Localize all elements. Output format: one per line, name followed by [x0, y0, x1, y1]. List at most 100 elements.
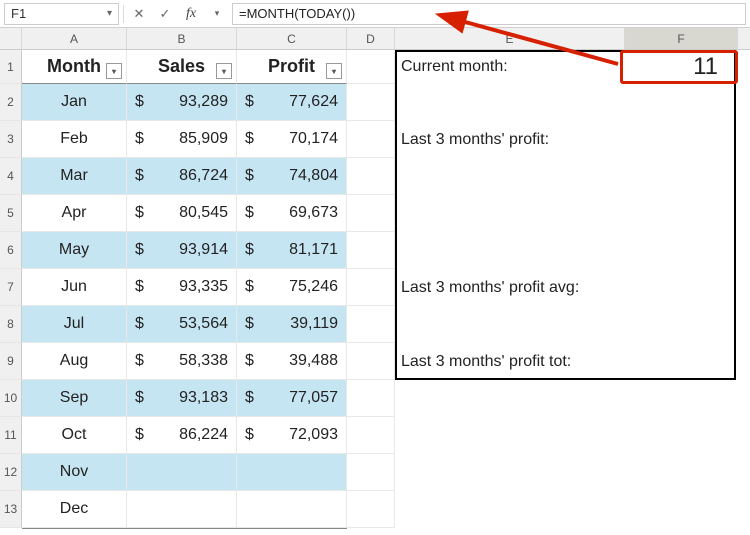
chevron-down-icon[interactable]: ▾	[206, 3, 228, 25]
cell-blank[interactable]	[347, 84, 395, 121]
filter-icon[interactable]: ▾	[106, 63, 122, 79]
accept-icon[interactable]: ✓	[154, 3, 176, 25]
row-header[interactable]: 5	[0, 195, 22, 232]
cell-blank[interactable]	[347, 454, 395, 491]
cell-blank[interactable]	[347, 121, 395, 158]
table-row: 10Sep$93,183$77,057	[0, 380, 750, 417]
column-header-d[interactable]: D	[347, 28, 395, 49]
header-sales[interactable]: Sales ▾	[127, 50, 237, 84]
cell-value[interactable]	[625, 380, 738, 417]
name-box-value: F1	[11, 6, 26, 21]
cell-blank[interactable]	[347, 269, 395, 306]
cell-month[interactable]: Dec	[22, 491, 127, 528]
row-header[interactable]: 9	[0, 343, 22, 380]
cell-sales[interactable]: $93,289	[127, 84, 237, 121]
cancel-icon[interactable]: ✕	[128, 3, 150, 25]
cell-profit[interactable]: $74,804	[237, 158, 347, 195]
row-header[interactable]: 7	[0, 269, 22, 306]
row-header[interactable]: 12	[0, 454, 22, 491]
cell-blank[interactable]	[347, 158, 395, 195]
select-all-corner[interactable]	[0, 28, 22, 49]
cell-month[interactable]: Oct	[22, 417, 127, 454]
cell-sales[interactable]	[127, 491, 237, 528]
cell-label[interactable]	[395, 491, 625, 528]
header-profit[interactable]: Profit ▾	[237, 50, 347, 84]
cell-label[interactable]	[395, 417, 625, 454]
cell-value[interactable]	[625, 417, 738, 454]
formula-text: =MONTH(TODAY())	[239, 6, 355, 21]
cell-month[interactable]: Aug	[22, 343, 127, 380]
cell-sales[interactable]: $58,338	[127, 343, 237, 380]
column-header-c[interactable]: C	[237, 28, 347, 49]
cell-month[interactable]: Feb	[22, 121, 127, 158]
cell-profit[interactable]: $81,171	[237, 232, 347, 269]
cell-month[interactable]: Jul	[22, 306, 127, 343]
header-month[interactable]: Month ▾	[22, 50, 127, 84]
cell-sales[interactable]: $53,564	[127, 306, 237, 343]
cell-month[interactable]: Sep	[22, 380, 127, 417]
cell-profit[interactable]	[237, 454, 347, 491]
row-header[interactable]: 3	[0, 121, 22, 158]
row-header[interactable]: 2	[0, 84, 22, 121]
formula-input[interactable]: =MONTH(TODAY())	[232, 3, 746, 25]
cell-month[interactable]: Jan	[22, 84, 127, 121]
cell-sales[interactable]: $80,545	[127, 195, 237, 232]
table-row: 12Nov	[0, 454, 750, 491]
cell-sales[interactable]: $85,909	[127, 121, 237, 158]
cell-blank[interactable]	[347, 417, 395, 454]
cell-sales[interactable]	[127, 454, 237, 491]
cell-profit[interactable]: $70,174	[237, 121, 347, 158]
selection-outline	[395, 50, 736, 380]
cell-profit[interactable]: $75,246	[237, 269, 347, 306]
cell-sales[interactable]: $93,335	[127, 269, 237, 306]
cell-profit[interactable]: $77,057	[237, 380, 347, 417]
cell-d1[interactable]	[347, 50, 395, 84]
cell-profit[interactable]: $69,673	[237, 195, 347, 232]
row-header[interactable]: 11	[0, 417, 22, 454]
column-header-b[interactable]: B	[127, 28, 237, 49]
fx-icon[interactable]: fx	[180, 3, 202, 25]
filter-icon[interactable]: ▾	[216, 63, 232, 79]
cell-blank[interactable]	[347, 306, 395, 343]
row-header[interactable]: 13	[0, 491, 22, 528]
cell-month[interactable]: Apr	[22, 195, 127, 232]
column-header-e[interactable]: E	[395, 28, 625, 49]
cell-label[interactable]	[395, 380, 625, 417]
cell-label[interactable]	[395, 454, 625, 491]
column-header-f[interactable]: F	[625, 28, 738, 49]
cell-profit[interactable]: $77,624	[237, 84, 347, 121]
row-header[interactable]: 6	[0, 232, 22, 269]
cell-value[interactable]	[625, 491, 738, 528]
row-header[interactable]: 4	[0, 158, 22, 195]
row-header[interactable]: 10	[0, 380, 22, 417]
table-row: 13Dec	[0, 491, 750, 528]
chevron-down-icon[interactable]: ▾	[107, 8, 112, 19]
cell-profit[interactable]	[237, 491, 347, 528]
cell-sales[interactable]: $93,183	[127, 380, 237, 417]
cell-blank[interactable]	[347, 232, 395, 269]
cell-blank[interactable]	[347, 195, 395, 232]
row-header[interactable]: 8	[0, 306, 22, 343]
column-header-a[interactable]: A	[22, 28, 127, 49]
cell-profit[interactable]: $39,119	[237, 306, 347, 343]
cell-sales[interactable]: $86,724	[127, 158, 237, 195]
divider	[123, 5, 124, 23]
cell-month[interactable]: May	[22, 232, 127, 269]
cell-value[interactable]	[625, 454, 738, 491]
cell-month[interactable]: Mar	[22, 158, 127, 195]
name-box[interactable]: F1 ▾	[4, 3, 119, 25]
cell-profit[interactable]: $72,093	[237, 417, 347, 454]
cell-blank[interactable]	[347, 343, 395, 380]
column-headers: A B C D E F	[0, 28, 750, 50]
cell-blank[interactable]	[347, 380, 395, 417]
cell-sales[interactable]: $86,224	[127, 417, 237, 454]
row-header[interactable]: 1	[0, 50, 22, 84]
cell-sales[interactable]: $93,914	[127, 232, 237, 269]
cell-profit[interactable]: $39,488	[237, 343, 347, 380]
table-row: 11Oct$86,224$72,093	[0, 417, 750, 454]
cell-month[interactable]: Nov	[22, 454, 127, 491]
cell-month[interactable]: Jun	[22, 269, 127, 306]
filter-icon[interactable]: ▾	[326, 63, 342, 79]
worksheet: A B C D E F 1 Month ▾ Sales ▾ Profit ▾ C…	[0, 28, 750, 528]
cell-blank[interactable]	[347, 491, 395, 528]
